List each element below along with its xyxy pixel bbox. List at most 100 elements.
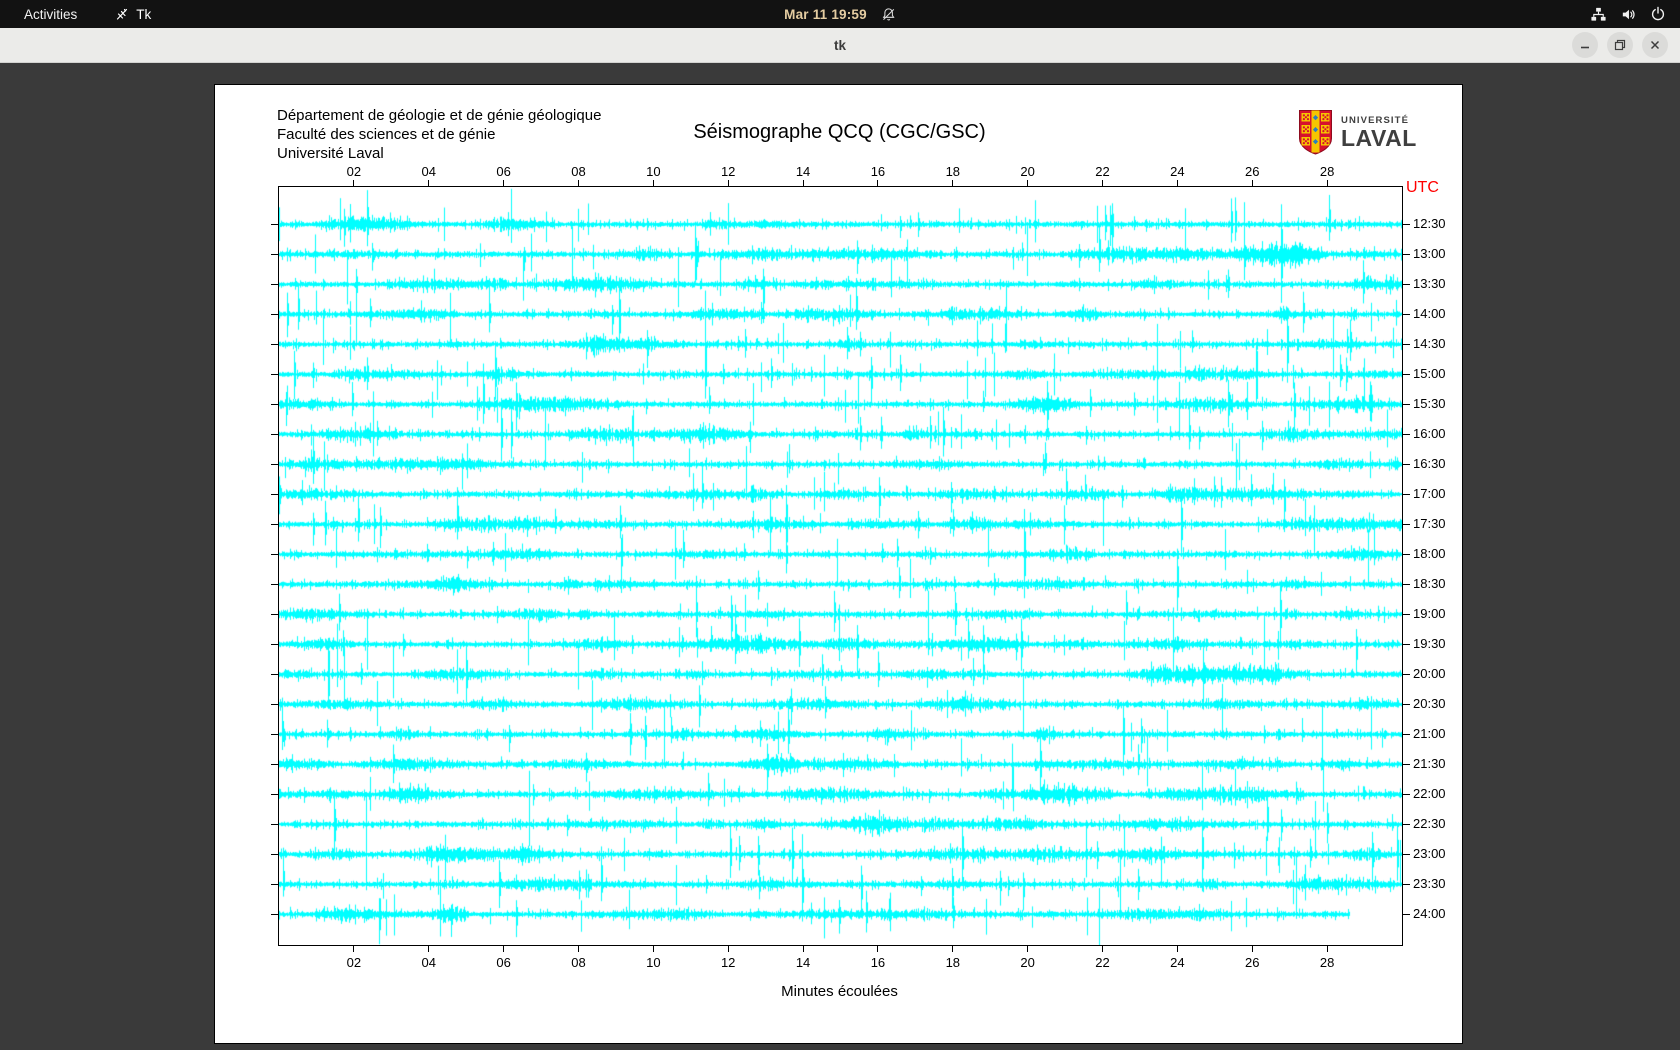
trace-tick-right bbox=[1402, 673, 1410, 675]
trace-tick-left bbox=[271, 553, 279, 555]
trace-tick-right bbox=[1402, 433, 1410, 435]
x-tick-label-top: 26 bbox=[1245, 164, 1260, 179]
trace-tick-right bbox=[1402, 613, 1410, 615]
trace-tick-left bbox=[271, 523, 279, 525]
trace-time-label: 12:30 bbox=[1413, 216, 1446, 231]
trace-time-label: 13:30 bbox=[1413, 276, 1446, 291]
x-tick-label-bottom: 18 bbox=[945, 955, 961, 970]
seismogram-traces bbox=[279, 187, 1402, 945]
laval-shield-icon bbox=[1298, 109, 1333, 161]
close-button[interactable] bbox=[1642, 32, 1668, 58]
trace-tick-left bbox=[271, 463, 279, 465]
clock[interactable]: Mar 11 19:59 bbox=[784, 7, 867, 22]
window-titlebar[interactable]: tk bbox=[0, 28, 1680, 63]
trace-tick-left bbox=[271, 823, 279, 825]
trace-time-label: 22:30 bbox=[1413, 816, 1446, 831]
trace-time-label: 18:00 bbox=[1413, 546, 1446, 561]
x-tick-label-top: 08 bbox=[571, 164, 586, 179]
trace-tick-right bbox=[1402, 493, 1410, 495]
trace-tick-right bbox=[1402, 823, 1410, 825]
x-tick-bottom bbox=[1176, 945, 1178, 952]
trace-time-label: 17:00 bbox=[1413, 486, 1446, 501]
x-tick-label-top: 04 bbox=[421, 164, 436, 179]
x-tick-label-top: 14 bbox=[795, 164, 811, 179]
x-tick-top bbox=[1326, 180, 1328, 187]
x-tick-top bbox=[1251, 180, 1253, 187]
gnome-top-bar: Activities Tk Mar 11 19:59 bbox=[0, 0, 1680, 28]
x-tick-bottom bbox=[577, 945, 579, 952]
trace-tick-left bbox=[271, 583, 279, 585]
trace-time-label: 14:30 bbox=[1413, 336, 1446, 351]
trace-tick-left bbox=[271, 373, 279, 375]
trace-tick-right bbox=[1402, 463, 1410, 465]
trace-tick-left bbox=[271, 283, 279, 285]
trace-tick-left bbox=[271, 253, 279, 255]
trace-tick-right bbox=[1402, 883, 1410, 885]
volume-icon bbox=[1620, 6, 1637, 23]
x-tick-label-top: 20 bbox=[1020, 164, 1035, 179]
trace-tick-right bbox=[1402, 733, 1410, 735]
trace-time-label: 22:00 bbox=[1413, 786, 1446, 801]
trace-time-label: 21:30 bbox=[1413, 756, 1446, 771]
trace-time-label: 20:30 bbox=[1413, 696, 1446, 711]
trace-time-label: 20:00 bbox=[1413, 666, 1446, 681]
trace-tick-right bbox=[1402, 373, 1410, 375]
x-tick-label-bottom: 12 bbox=[720, 955, 736, 970]
trace-tick-left bbox=[271, 643, 279, 645]
trace-time-label: 19:30 bbox=[1413, 636, 1446, 651]
x-tick-top bbox=[503, 180, 505, 187]
logo-text-laval: LAVAL bbox=[1341, 125, 1417, 151]
trace-tick-left bbox=[271, 403, 279, 405]
x-tick-label-bottom: 26 bbox=[1245, 955, 1260, 970]
x-tick-label-top: 02 bbox=[346, 164, 362, 179]
x-tick-label-bottom: 14 bbox=[795, 955, 811, 970]
trace-time-label: 15:30 bbox=[1413, 396, 1446, 411]
trace-time-label: 18:30 bbox=[1413, 576, 1446, 591]
x-tick-top bbox=[877, 180, 879, 187]
x-tick-top bbox=[727, 180, 729, 187]
x-tick-label-top: 12 bbox=[720, 164, 736, 179]
x-tick-top bbox=[428, 180, 430, 187]
x-tick-top bbox=[577, 180, 579, 187]
x-tick-label-top: 24 bbox=[1170, 164, 1185, 179]
trace-time-label: 23:00 bbox=[1413, 846, 1446, 861]
activities-button[interactable]: Activities bbox=[16, 5, 85, 24]
trace-tick-right bbox=[1402, 223, 1410, 225]
x-tick-top bbox=[353, 180, 355, 187]
trace-tick-right bbox=[1402, 523, 1410, 525]
trace-time-label: 24:00 bbox=[1413, 906, 1446, 921]
x-tick-label-top: 16 bbox=[870, 164, 886, 179]
trace-time-label: 16:00 bbox=[1413, 426, 1446, 441]
x-tick-bottom bbox=[428, 945, 430, 952]
x-tick-top bbox=[1176, 180, 1178, 187]
trace-tick-left bbox=[271, 763, 279, 765]
trace-time-label: 15:00 bbox=[1413, 366, 1446, 381]
x-tick-label-bottom: 06 bbox=[496, 955, 511, 970]
trace-tick-right bbox=[1402, 703, 1410, 705]
x-tick-top bbox=[802, 180, 804, 187]
x-tick-bottom bbox=[353, 945, 355, 952]
x-tick-label-top: 22 bbox=[1095, 164, 1110, 179]
trace-tick-right bbox=[1402, 343, 1410, 345]
x-tick-bottom bbox=[1027, 945, 1029, 952]
trace-tick-right bbox=[1402, 913, 1410, 915]
x-tick-bottom bbox=[652, 945, 654, 952]
x-tick-top bbox=[652, 180, 654, 187]
universite-laval-logo: UNIVERSITÉ LAVAL bbox=[1298, 109, 1417, 161]
x-tick-bottom bbox=[802, 945, 804, 952]
system-status-area[interactable] bbox=[1590, 0, 1666, 28]
focused-app-indicator[interactable]: Tk bbox=[115, 7, 151, 22]
chart-title: Séismographe QCQ (CGC/GSC) bbox=[693, 121, 986, 143]
trace-tick-left bbox=[271, 433, 279, 435]
trace-tick-left bbox=[271, 673, 279, 675]
trace-tick-left bbox=[271, 613, 279, 615]
x-tick-top bbox=[1102, 180, 1104, 187]
trace-tick-right bbox=[1402, 763, 1410, 765]
network-icon bbox=[1590, 6, 1607, 23]
restore-button[interactable] bbox=[1607, 32, 1633, 58]
tk-feather-icon bbox=[115, 7, 129, 21]
trace-tick-right bbox=[1402, 313, 1410, 315]
minimize-button[interactable] bbox=[1572, 32, 1598, 58]
trace-time-label: 16:30 bbox=[1413, 456, 1446, 471]
x-tick-label-bottom: 08 bbox=[571, 955, 586, 970]
